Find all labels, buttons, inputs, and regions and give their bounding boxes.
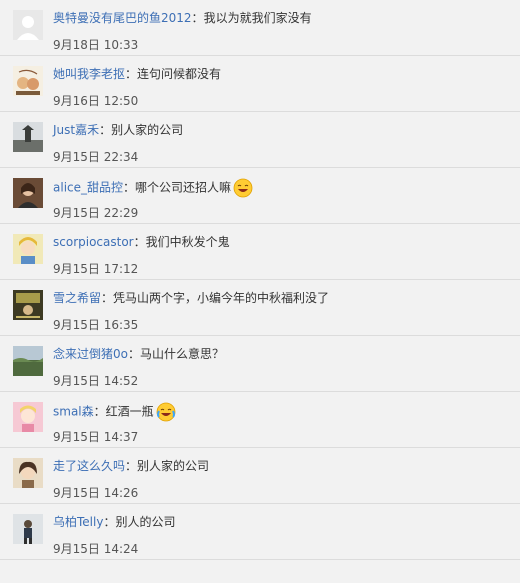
comment-text: 红酒一瓶: [105, 404, 154, 419]
comment-time: 9月15日 17:12: [53, 262, 139, 276]
comment-item: 走了这么久吗：别人家的公司 9月15日 14:26: [0, 448, 520, 504]
comment-time: 9月15日 14:37: [53, 430, 139, 444]
pink-avatar-icon[interactable]: [13, 402, 43, 432]
field-avatar-icon[interactable]: [13, 346, 43, 376]
comment-item: smal森：红酒一瓶 9月15日 14:37: [0, 392, 520, 448]
person-avatar-icon[interactable]: [13, 514, 43, 544]
comment-text: 别人家的公司: [111, 123, 184, 137]
comment-item: 雪之希留：凭马山两个字，小编今年的中秋福利没了 9月15日 16:35: [0, 280, 520, 336]
comment-text: 别人的公司: [115, 515, 176, 529]
comment-username[interactable]: Just嘉禾: [53, 123, 99, 137]
comment-item: alice_甜品控：哪个公司还招人嘛 9月15日 22:29: [0, 168, 520, 224]
comment-text: 哪个公司还招人嘛: [135, 180, 232, 195]
divider: [0, 559, 520, 560]
comment-time: 9月16日 12:50: [53, 94, 139, 108]
comment-username[interactable]: 念来过倒猪0o: [53, 347, 128, 361]
comment-username[interactable]: 走了这么久吗: [53, 459, 125, 473]
comment-item: 她叫我李老抠：连句问候都没有 9月16日 12:50: [0, 56, 520, 112]
girl-avatar-icon[interactable]: [13, 458, 43, 488]
comment-username[interactable]: alice_甜品控: [53, 181, 123, 195]
comment-time: 9月15日 14:24: [53, 542, 139, 556]
comment-text: 我以为就我们家没有: [203, 11, 312, 25]
comment-text: 别人家的公司: [137, 459, 210, 473]
crying-laughing-emoji-icon: [156, 402, 176, 422]
comment-time: 9月15日 22:34: [53, 150, 139, 164]
comment-item: 念来过倒猪0o：马山什么意思？ 9月15日 14:52: [0, 336, 520, 392]
comment-text: 我们中秋发个鬼: [145, 235, 230, 249]
laughing-emoji-icon: [233, 178, 253, 198]
comment-item: 乌柏Telly：别人的公司 9月15日 14:24: [0, 504, 520, 560]
comment-username[interactable]: scorpiocastor: [53, 235, 134, 249]
comment-list: 奥特曼没有尾巴的鱼2012：我以为就我们家没有 9月18日 10:33 她叫我李…: [0, 0, 520, 583]
comment-time: 9月15日 22:29: [53, 206, 139, 220]
comment-time: 9月15日 14:52: [53, 374, 139, 388]
comment-text: 连句问候都没有: [137, 67, 222, 81]
comment-time: 9月15日 16:35: [53, 318, 139, 332]
photo-avatar-icon[interactable]: [13, 178, 43, 208]
comment-time: 9月15日 14:26: [53, 486, 139, 500]
landscape-avatar-icon[interactable]: [13, 122, 43, 152]
comment-username[interactable]: smal森: [53, 405, 94, 419]
anime-avatar-icon[interactable]: [13, 234, 43, 264]
comment-text: 凭马山两个字，小编今年的中秋福利没了: [113, 291, 330, 305]
default-avatar-icon[interactable]: [13, 10, 43, 40]
comment-username[interactable]: 乌柏Telly: [53, 515, 103, 529]
comment-username[interactable]: 奥特曼没有尾巴的鱼2012: [53, 11, 192, 25]
comment-time: 9月18日 10:33: [53, 38, 139, 52]
comment-item: scorpiocastor：我们中秋发个鬼 9月15日 17:12: [0, 224, 520, 280]
poster-avatar-icon[interactable]: [13, 290, 43, 320]
cartoon-avatar-icon[interactable]: [13, 66, 43, 96]
comment-username[interactable]: 她叫我李老抠: [53, 67, 125, 81]
comment-item: 奥特曼没有尾巴的鱼2012：我以为就我们家没有 9月18日 10:33: [0, 0, 520, 56]
comment-text: 马山什么意思？: [140, 347, 225, 361]
comment-username[interactable]: 雪之希留: [53, 291, 101, 305]
comment-item: Just嘉禾：别人家的公司 9月15日 22:34: [0, 112, 520, 168]
